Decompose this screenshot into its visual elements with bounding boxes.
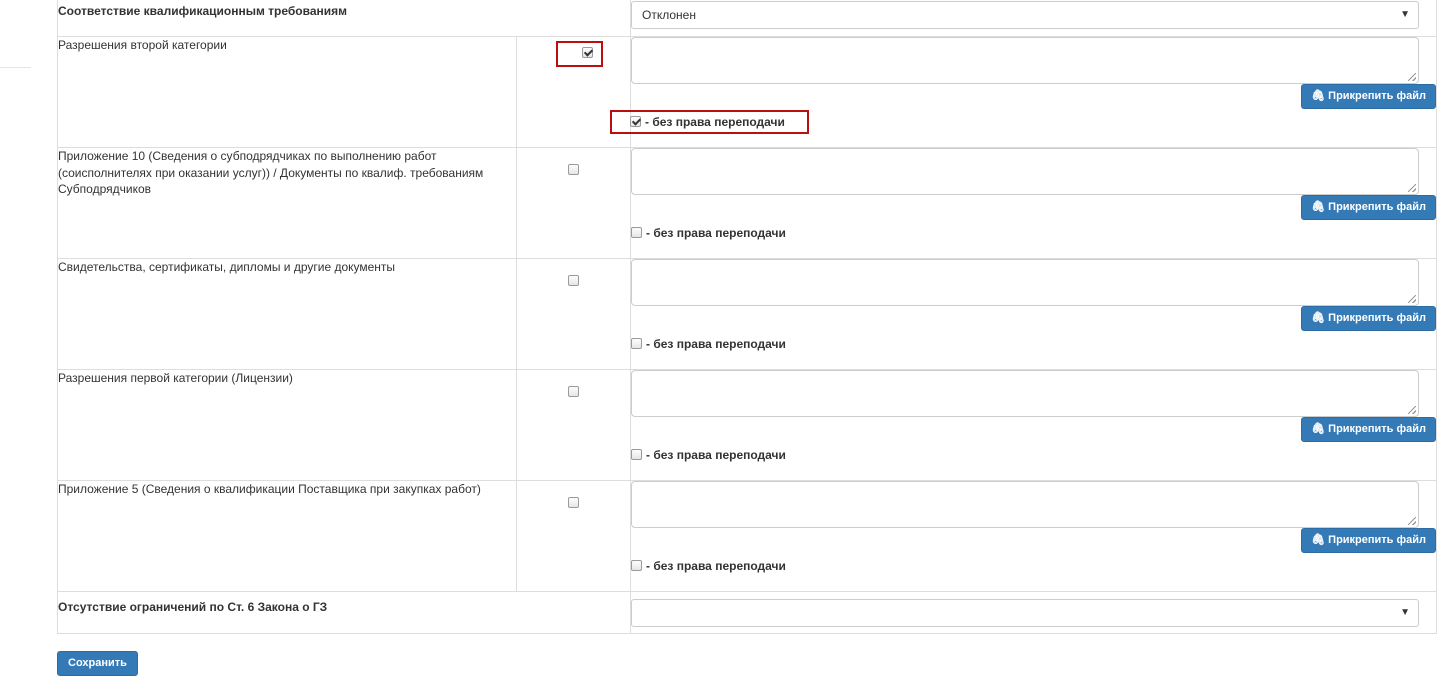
no-transfer-row: - без права переподачи <box>631 225 1436 241</box>
attach-file-label: Прикрепить файл <box>1328 534 1426 546</box>
document-row: Приложение 5 (Сведения о квалификации По… <box>57 480 1437 592</box>
document-check-cell <box>516 258 631 370</box>
chevron-down-icon: ▼ <box>1400 607 1410 618</box>
resize-grip-icon[interactable] <box>1408 73 1416 81</box>
document-checkbox[interactable] <box>582 47 593 59</box>
restrictions-select[interactable]: ▼ <box>631 599 1419 627</box>
document-row: Свидетельства, сертификаты, дипломы и др… <box>57 258 1437 370</box>
document-checkbox[interactable] <box>568 164 579 176</box>
attach-file-label: Прикрепить файл <box>1328 201 1426 213</box>
document-checkbox-highlight <box>556 41 603 67</box>
document-check-cell <box>516 147 631 259</box>
no-transfer-checkbox[interactable] <box>631 449 642 460</box>
document-label: Приложение 10 (Сведения о субподрядчиках… <box>57 147 517 259</box>
no-transfer-label: - без права переподачи <box>646 337 786 351</box>
qualification-select-cell: Отклонен ▼ <box>630 0 1437 37</box>
document-field-cell: 🖇 Прикрепить файл - без права переподачи <box>630 147 1437 259</box>
document-comment-textarea[interactable] <box>631 148 1419 195</box>
document-label: Разрешения второй категории <box>57 36 517 148</box>
attach-file-label: Прикрепить файл <box>1328 90 1426 102</box>
qualification-row: Соответствие квалификационным требования… <box>57 0 1437 37</box>
chevron-down-icon: ▼ <box>1400 9 1410 20</box>
attach-file-button[interactable]: 🖇 Прикрепить файл <box>1301 417 1436 442</box>
attach-file-button[interactable]: 🖇 Прикрепить файл <box>1301 306 1436 331</box>
save-button[interactable]: Сохранить <box>57 651 138 676</box>
paperclip-icon: 🖇 <box>1311 534 1326 546</box>
document-row: Разрешения первой категории (Лицензии) 🖇… <box>57 369 1437 481</box>
document-field-cell: 🖇 Прикрепить файл - без права переподачи <box>630 480 1437 592</box>
no-transfer-checkbox[interactable] <box>631 227 642 238</box>
resize-grip-icon[interactable] <box>1408 406 1416 414</box>
qualification-label: Соответствие квалификационным требования… <box>57 0 631 37</box>
restrictions-select-cell: ▼ <box>630 591 1437 634</box>
no-transfer-label: - без права переподачи <box>645 115 785 129</box>
document-comment-textarea[interactable] <box>631 370 1419 417</box>
document-row: Разрешения второй категории 🖇 Прикрепить … <box>57 36 1437 148</box>
attach-file-label: Прикрепить файл <box>1328 423 1426 435</box>
attach-file-button[interactable]: 🖇 Прикрепить файл <box>1301 528 1436 553</box>
resize-grip-icon[interactable] <box>1408 184 1416 192</box>
no-transfer-row: - без права переподачи <box>631 447 1436 463</box>
document-comment-textarea[interactable] <box>631 37 1419 84</box>
document-label: Приложение 5 (Сведения о квалификации По… <box>57 480 517 592</box>
no-transfer-checkbox[interactable] <box>631 338 642 349</box>
attach-file-button[interactable]: 🖇 Прикрепить файл <box>1301 84 1436 109</box>
paperclip-icon: 🖇 <box>1311 90 1326 102</box>
no-transfer-highlight: - без права переподачи <box>610 110 809 134</box>
document-comment-textarea[interactable] <box>631 259 1419 306</box>
qualification-form-table: Соответствие квалификационным требования… <box>57 0 1437 634</box>
document-field-cell: 🖇 Прикрепить файл - без права переподачи <box>630 258 1437 370</box>
document-checkbox[interactable] <box>568 386 579 398</box>
no-transfer-row: - без права переподачи <box>610 110 1436 134</box>
no-transfer-row: - без права переподачи <box>631 336 1436 352</box>
document-check-cell <box>516 369 631 481</box>
document-label: Разрешения первой категории (Лицензии) <box>57 369 517 481</box>
no-transfer-label: - без права переподачи <box>646 559 786 573</box>
left-panel-divider <box>0 67 31 68</box>
document-field-cell: 🖇 Прикрепить файл - без права переподачи <box>610 36 1437 148</box>
paperclip-icon: 🖇 <box>1311 201 1326 213</box>
no-transfer-checkbox[interactable] <box>631 560 642 571</box>
no-transfer-label: - без права переподачи <box>646 448 786 462</box>
document-checkbox[interactable] <box>568 497 579 509</box>
document-label: Свидетельства, сертификаты, дипломы и др… <box>57 258 517 370</box>
document-checkbox[interactable] <box>568 275 579 287</box>
no-transfer-checkbox[interactable] <box>630 116 641 127</box>
resize-grip-icon[interactable] <box>1408 517 1416 525</box>
no-transfer-row: - без права переподачи <box>631 558 1436 574</box>
qualification-select[interactable]: Отклонен ▼ <box>631 1 1419 29</box>
document-comment-textarea[interactable] <box>631 481 1419 528</box>
restrictions-row: Отсутствие ограничений по Ст. 6 Закона о… <box>57 591 1437 634</box>
attach-file-label: Прикрепить файл <box>1328 312 1426 324</box>
qualification-select-value: Отклонен <box>642 8 696 22</box>
paperclip-icon: 🖇 <box>1311 312 1326 324</box>
resize-grip-icon[interactable] <box>1408 295 1416 303</box>
document-check-cell <box>516 480 631 592</box>
restrictions-label: Отсутствие ограничений по Ст. 6 Закона о… <box>57 591 631 634</box>
document-field-cell: 🖇 Прикрепить файл - без права переподачи <box>630 369 1437 481</box>
no-transfer-label: - без права переподачи <box>646 226 786 240</box>
paperclip-icon: 🖇 <box>1311 423 1326 435</box>
attach-file-button[interactable]: 🖇 Прикрепить файл <box>1301 195 1436 220</box>
document-row: Приложение 10 (Сведения о субподрядчиках… <box>57 147 1437 259</box>
